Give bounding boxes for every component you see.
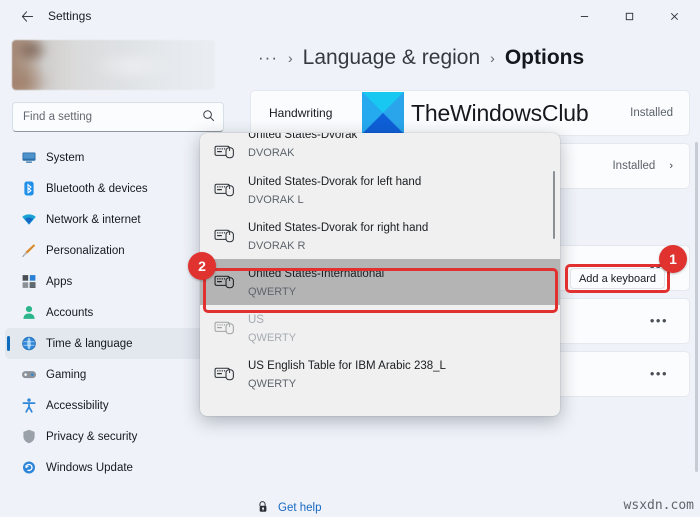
sidebar-item-accounts[interactable]: Accounts: [5, 297, 230, 328]
search-box[interactable]: [12, 102, 224, 132]
flyout-scrollbar[interactable]: [553, 171, 555, 239]
help-lock-icon: [256, 500, 269, 516]
breadcrumb-separator-icon: ›: [490, 50, 495, 66]
apps-icon: [20, 273, 37, 290]
maximize-icon: [625, 12, 634, 20]
sidebar-item-label: Bluetooth & devices: [46, 182, 148, 195]
close-button[interactable]: [652, 0, 697, 32]
title-bar: Settings: [0, 0, 700, 32]
sidebar-item-label: Accessibility: [46, 399, 109, 412]
sidebar-item-privacy-security[interactable]: Privacy & security: [5, 421, 230, 452]
keyboard-icon: [214, 228, 248, 245]
window-controls: [562, 0, 700, 32]
keyboard-icon: [214, 366, 248, 383]
breadcrumb: ··· › Language & region › Options: [240, 32, 700, 70]
row-menu-button[interactable]: •••: [645, 367, 673, 381]
minimize-button[interactable]: [562, 0, 607, 32]
breadcrumb-parent-link[interactable]: Language & region: [303, 46, 481, 70]
breadcrumb-overflow-button[interactable]: ···: [258, 49, 278, 66]
keyboard-option-us-international[interactable]: United States-International QWERTY: [200, 259, 560, 305]
sidebar-item-label: Gaming: [46, 368, 87, 381]
card-title: Handwriting: [269, 106, 333, 120]
accessibility-icon: [20, 397, 37, 414]
sidebar-item-label: Privacy & security: [46, 430, 138, 443]
close-icon: [670, 12, 679, 20]
site-watermark: wsxdn.com: [623, 498, 694, 513]
paintbrush-icon: [20, 242, 37, 259]
option-name: US: [248, 314, 264, 326]
sidebar-item-label: Apps: [46, 275, 73, 288]
sidebar-item-accessibility[interactable]: Accessibility: [5, 390, 230, 421]
sidebar-item-label: Time & language: [46, 337, 133, 350]
option-name: United States-Dvorak for left hand: [248, 176, 422, 188]
option-name: US English Table for IBM Arabic 238_L: [248, 360, 446, 372]
keyboard-icon: [214, 274, 248, 291]
keyboard-icon: [214, 182, 248, 199]
user-profile-banner[interactable]: [12, 40, 215, 90]
option-sub: DVORAK L: [248, 194, 304, 206]
annotation-badge-1: 1: [659, 245, 687, 273]
app-title: Settings: [48, 9, 92, 23]
gamepad-icon: [20, 366, 37, 383]
keyboard-picker-flyout: United States-Dvorak DVORAK United State…: [200, 133, 560, 416]
keyboard-icon: [214, 320, 248, 337]
breadcrumb-separator-icon: ›: [287, 50, 293, 66]
sidebar-item-bluetooth-devices[interactable]: Bluetooth & devices: [5, 173, 230, 204]
sidebar-item-label: Personalization: [46, 244, 125, 257]
page-title: Options: [504, 46, 585, 69]
status-badge: Installed: [630, 107, 673, 119]
wifi-icon: [20, 211, 37, 228]
brand-name: TheWindowsClub: [411, 99, 589, 126]
chevron-right-icon: ›: [669, 160, 673, 172]
brand-watermark: TheWindowsClub: [362, 92, 589, 134]
option-name: United States-International: [248, 268, 385, 280]
get-help-link[interactable]: Get help: [256, 500, 321, 516]
keyboard-option-us: US QWERTY: [200, 305, 560, 351]
option-name: United States-Dvorak for right hand: [248, 222, 429, 234]
search-icon: [202, 109, 215, 125]
sidebar-item-windows-update[interactable]: Windows Update: [5, 452, 230, 483]
x-square-logo: [362, 92, 404, 134]
minimize-icon: [580, 15, 589, 17]
sidebar-item-time-language[interactable]: Time & language: [5, 328, 230, 359]
sidebar-item-label: Accounts: [46, 306, 94, 319]
search-input[interactable]: [23, 111, 198, 123]
sidebar-item-label: Network & internet: [46, 213, 141, 226]
get-help-label: Get help: [278, 502, 322, 514]
keyboard-option-us-english-table-ibm-arabic[interactable]: US English Table for IBM Arabic 238_L QW…: [200, 351, 560, 397]
option-sub: QWERTY: [248, 332, 297, 344]
row-menu-button[interactable]: •••: [645, 314, 673, 328]
option-sub: QWERTY: [248, 378, 297, 390]
sidebar-item-system[interactable]: System: [5, 142, 230, 173]
keyboard-option-list: United States-Dvorak DVORAK United State…: [200, 133, 560, 397]
update-icon: [20, 459, 37, 476]
monitor-icon: [20, 149, 37, 166]
page-scrollbar[interactable]: [695, 142, 698, 472]
sidebar-item-label: Windows Update: [46, 461, 133, 474]
status-badge: Installed: [612, 160, 656, 172]
option-sub: DVORAK R: [248, 240, 306, 252]
maximize-button[interactable]: [607, 0, 652, 32]
sidebar-item-gaming[interactable]: Gaming: [5, 359, 230, 390]
person-icon: [20, 304, 37, 321]
settings-window: Settings Find a setting System Bluetooth…: [0, 0, 700, 517]
sidebar-item-network-internet[interactable]: Network & internet: [5, 204, 230, 235]
annotation-badge-2: 2: [188, 252, 216, 280]
option-sub: DVORAK: [248, 147, 295, 159]
back-arrow-icon: [21, 10, 33, 22]
back-button[interactable]: [12, 3, 42, 29]
keyboard-icon: [214, 144, 248, 161]
sidebar-item-label: System: [46, 151, 85, 164]
option-name: United States-Dvorak: [248, 133, 358, 141]
option-sub: QWERTY: [248, 286, 297, 298]
globe-clock-icon: [20, 335, 37, 352]
add-keyboard-button[interactable]: Add a keyboard: [570, 268, 665, 289]
keyboard-option-us-dvorak-left-hand[interactable]: United States-Dvorak for left hand DVORA…: [200, 167, 560, 213]
keyboard-option-us-dvorak-right-hand[interactable]: United States-Dvorak for right hand DVOR…: [200, 213, 560, 259]
keyboard-option-us-dvorak[interactable]: United States-Dvorak DVORAK: [200, 133, 560, 167]
shield-icon: [20, 428, 37, 445]
bluetooth-icon: [20, 180, 37, 197]
